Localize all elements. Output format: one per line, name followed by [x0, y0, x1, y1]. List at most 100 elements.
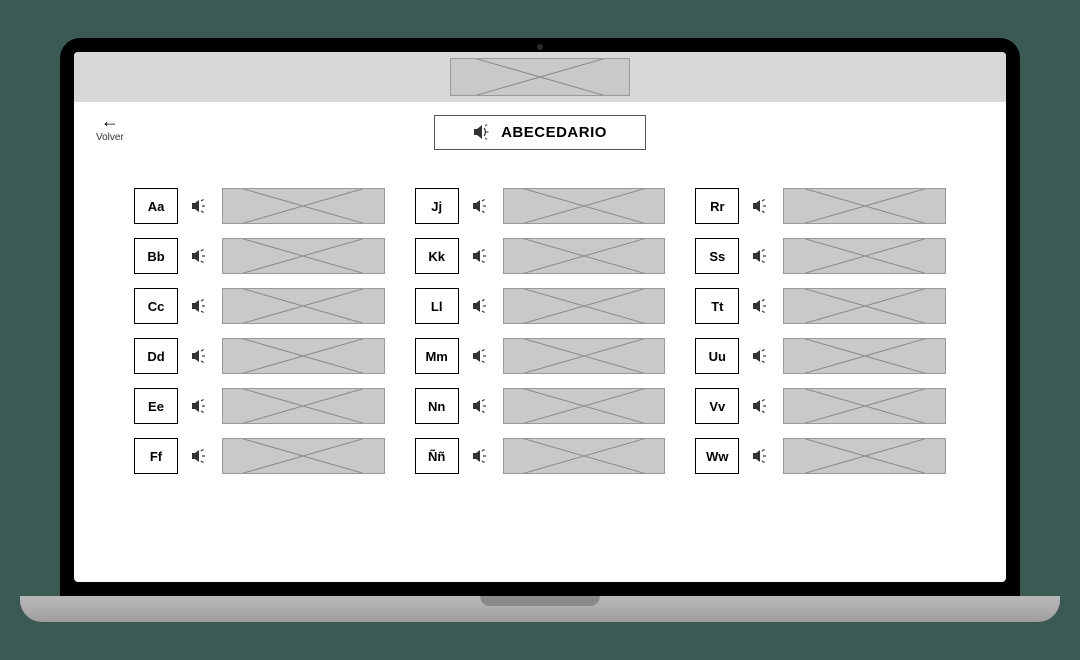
letter-image-placeholder	[783, 238, 946, 274]
letter-row: Tt	[695, 288, 946, 324]
speaker-icon	[752, 199, 770, 213]
play-sound-button[interactable]	[188, 449, 212, 463]
letter-box[interactable]: Vv	[695, 388, 739, 424]
letter-box[interactable]: Ññ	[415, 438, 459, 474]
speaker-icon	[752, 249, 770, 263]
play-sound-button[interactable]	[469, 249, 493, 263]
back-button[interactable]: ← Volver	[96, 112, 124, 143]
letter-image-placeholder	[503, 388, 666, 424]
speaker-icon	[191, 299, 209, 313]
letter-box[interactable]: Ee	[134, 388, 178, 424]
letter-row: Cc	[134, 288, 385, 324]
trackpad-notch	[480, 596, 600, 606]
speaker-icon	[472, 399, 490, 413]
play-sound-button[interactable]	[188, 299, 212, 313]
letter-image-placeholder	[503, 188, 666, 224]
letter-row: Bb	[134, 238, 385, 274]
play-sound-button[interactable]	[188, 199, 212, 213]
letter-box[interactable]: Uu	[695, 338, 739, 374]
letter-image-placeholder	[783, 438, 946, 474]
letter-row: Ss	[695, 238, 946, 274]
speaker-icon	[191, 449, 209, 463]
page-title-box[interactable]: ABECEDARIO	[434, 115, 646, 150]
letter-box[interactable]: Mm	[415, 338, 459, 374]
laptop-bezel: ← Volver ABECEDARIO Aa Bb Cc Dd Ee Ff Jj Kk Ll Mm…	[60, 38, 1020, 596]
letter-box[interactable]: Ww	[695, 438, 739, 474]
speaker-icon	[191, 399, 209, 413]
letter-box[interactable]: Bb	[134, 238, 178, 274]
letter-image-placeholder	[222, 288, 385, 324]
letter-image-placeholder	[503, 288, 666, 324]
speaker-icon	[752, 349, 770, 363]
letter-box[interactable]: Ss	[695, 238, 739, 274]
speaker-icon	[191, 249, 209, 263]
letter-row: Ññ	[415, 438, 666, 474]
speaker-icon	[752, 399, 770, 413]
letter-row: Ww	[695, 438, 946, 474]
play-sound-button[interactable]	[749, 399, 773, 413]
letter-row: Nn	[415, 388, 666, 424]
speaker-icon	[191, 349, 209, 363]
letter-box[interactable]: Rr	[695, 188, 739, 224]
letter-box[interactable]: Ff	[134, 438, 178, 474]
header-row: ← Volver ABECEDARIO	[74, 102, 1006, 162]
letter-image-placeholder	[222, 388, 385, 424]
alphabet-column: Aa Bb Cc Dd Ee Ff	[134, 188, 385, 474]
play-sound-button[interactable]	[469, 449, 493, 463]
letter-image-placeholder	[503, 338, 666, 374]
letter-image-placeholder	[503, 238, 666, 274]
letter-row: Mm	[415, 338, 666, 374]
letter-row: Ff	[134, 438, 385, 474]
speaker-icon	[472, 449, 490, 463]
alphabet-grid: Aa Bb Cc Dd Ee Ff Jj Kk Ll Mm Nn Ññ Rr Ss Tt Uu Vv Ww	[74, 162, 1006, 582]
speaker-icon	[752, 449, 770, 463]
letter-box[interactable]: Ll	[415, 288, 459, 324]
alphabet-column: Rr Ss Tt Uu Vv Ww	[695, 188, 946, 474]
play-sound-button[interactable]	[188, 249, 212, 263]
play-sound-button[interactable]	[188, 399, 212, 413]
play-sound-button[interactable]	[469, 199, 493, 213]
letter-image-placeholder	[783, 338, 946, 374]
letter-box[interactable]: Dd	[134, 338, 178, 374]
top-bar	[74, 52, 1006, 102]
letter-row: Uu	[695, 338, 946, 374]
letter-box[interactable]: Jj	[415, 188, 459, 224]
camera-dot	[537, 44, 543, 50]
letter-box[interactable]: Tt	[695, 288, 739, 324]
letter-image-placeholder	[783, 188, 946, 224]
back-label: Volver	[96, 132, 124, 143]
play-sound-button[interactable]	[469, 299, 493, 313]
page-title: ABECEDARIO	[501, 124, 607, 141]
play-sound-button[interactable]	[749, 299, 773, 313]
play-sound-button[interactable]	[469, 399, 493, 413]
letter-row: Ll	[415, 288, 666, 324]
play-sound-button[interactable]	[749, 199, 773, 213]
letter-box[interactable]: Nn	[415, 388, 459, 424]
letter-image-placeholder	[503, 438, 666, 474]
letter-row: Ee	[134, 388, 385, 424]
speaker-icon	[472, 249, 490, 263]
back-arrow-icon: ←	[96, 112, 124, 130]
letter-image-placeholder	[222, 338, 385, 374]
app-screen: ← Volver ABECEDARIO Aa Bb Cc Dd Ee Ff Jj Kk Ll Mm…	[74, 52, 1006, 582]
letter-box[interactable]: Kk	[415, 238, 459, 274]
letter-image-placeholder	[222, 238, 385, 274]
laptop-base	[20, 596, 1060, 622]
speaker-icon	[752, 299, 770, 313]
speaker-icon	[472, 299, 490, 313]
letter-row: Aa	[134, 188, 385, 224]
letter-box[interactable]: Aa	[134, 188, 178, 224]
letter-row: Jj	[415, 188, 666, 224]
play-sound-button[interactable]	[749, 249, 773, 263]
letter-box[interactable]: Cc	[134, 288, 178, 324]
speaker-icon	[472, 199, 490, 213]
play-sound-button[interactable]	[188, 349, 212, 363]
play-sound-button[interactable]	[749, 349, 773, 363]
letter-image-placeholder	[222, 438, 385, 474]
logo-placeholder	[450, 58, 630, 96]
play-sound-button[interactable]	[749, 449, 773, 463]
play-sound-button[interactable]	[469, 349, 493, 363]
letter-row: Rr	[695, 188, 946, 224]
letter-image-placeholder	[222, 188, 385, 224]
letter-row: Vv	[695, 388, 946, 424]
